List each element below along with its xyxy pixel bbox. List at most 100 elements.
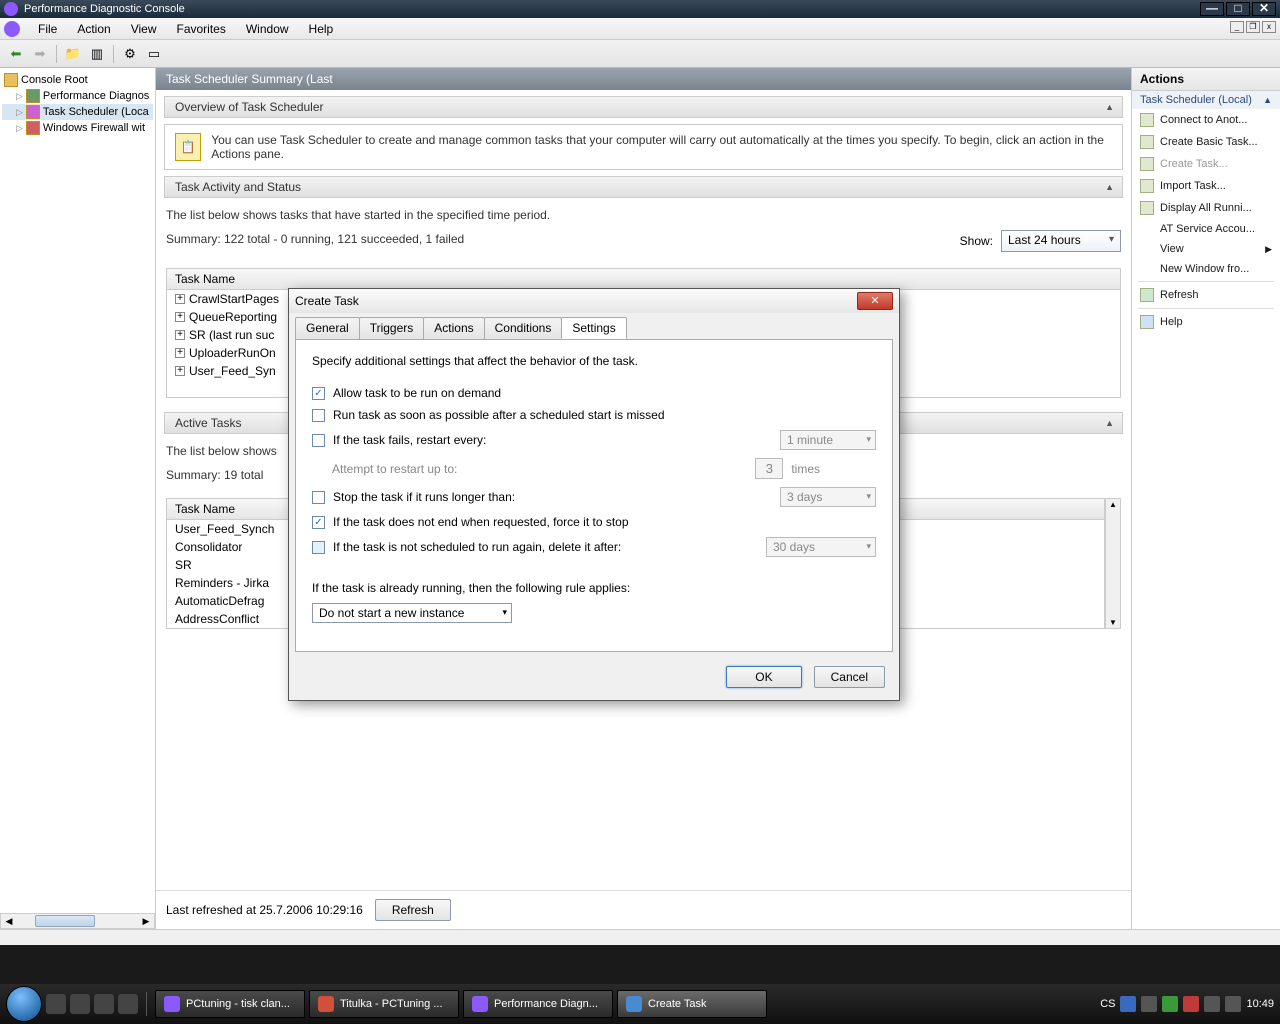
expand-icon[interactable]: + bbox=[175, 294, 185, 304]
app-icon bbox=[626, 996, 642, 1012]
delete-after-combo: 30 days bbox=[766, 537, 876, 557]
action-at-service[interactable]: AT Service Accou... bbox=[1132, 219, 1280, 239]
running-icon bbox=[1140, 201, 1154, 215]
up-button[interactable]: 📁 bbox=[63, 44, 83, 64]
menu-action[interactable]: Action bbox=[67, 22, 120, 36]
dialog-close-button[interactable]: ✕ bbox=[857, 292, 893, 310]
action-new-window[interactable]: New Window fro... bbox=[1132, 259, 1280, 279]
tree-item-task-scheduler[interactable]: ▷ Task Scheduler (Loca bbox=[2, 104, 153, 120]
tab-body: Specify additional settings that affect … bbox=[295, 339, 893, 652]
new-window-button[interactable]: ▭ bbox=[144, 44, 164, 64]
expand-icon[interactable]: + bbox=[175, 330, 185, 340]
checkbox-force-stop[interactable] bbox=[312, 516, 325, 529]
footer: Last refreshed at 25.7.2006 10:29:16 Ref… bbox=[156, 890, 1131, 929]
action-connect[interactable]: Connect to Anot... bbox=[1132, 109, 1280, 131]
taskbar-item[interactable]: Performance Diagn... bbox=[463, 990, 613, 1018]
dialog-intro: Specify additional settings that affect … bbox=[312, 354, 876, 368]
taskbar-item[interactable]: Titulka - PCTuning ... bbox=[309, 990, 459, 1018]
tray-icon[interactable] bbox=[1141, 996, 1157, 1012]
tree-item-firewall[interactable]: ▷ Windows Firewall wit bbox=[2, 120, 153, 136]
mdi-restore-button[interactable]: ❐ bbox=[1246, 21, 1260, 33]
action-import[interactable]: Import Task... bbox=[1132, 175, 1280, 197]
checkbox-stop-longer[interactable] bbox=[312, 491, 325, 504]
expand-icon[interactable]: + bbox=[175, 348, 185, 358]
collapse-icon[interactable]: ▲ bbox=[1105, 418, 1114, 428]
quicklaunch-item[interactable] bbox=[94, 994, 114, 1014]
action-refresh[interactable]: Refresh bbox=[1132, 284, 1280, 306]
overview-header[interactable]: Overview of Task Scheduler ▲ bbox=[164, 96, 1123, 118]
quicklaunch-item[interactable] bbox=[70, 994, 90, 1014]
action-help[interactable]: Help bbox=[1132, 311, 1280, 333]
dialog-titlebar[interactable]: Create Task ✕ bbox=[289, 289, 899, 313]
menu-window[interactable]: Window bbox=[236, 22, 299, 36]
forward-button[interactable]: ➡ bbox=[30, 44, 50, 64]
tree-item-performance[interactable]: ▷ Performance Diagnos bbox=[2, 88, 153, 104]
tab-conditions[interactable]: Conditions bbox=[484, 317, 563, 339]
checkbox-restart[interactable] bbox=[312, 434, 325, 447]
close-button[interactable]: ✕ bbox=[1252, 2, 1276, 16]
ok-button[interactable]: OK bbox=[726, 666, 801, 688]
checkbox-run-missed[interactable] bbox=[312, 409, 325, 422]
tab-actions[interactable]: Actions bbox=[423, 317, 484, 339]
cancel-button[interactable]: Cancel bbox=[814, 666, 885, 688]
taskbar: PCtuning - tisk clan... Titulka - PCTuni… bbox=[0, 984, 1280, 1024]
quicklaunch-item[interactable] bbox=[118, 994, 138, 1014]
collapse-icon[interactable]: ▲ bbox=[1263, 95, 1272, 105]
status-title: Task Activity and Status bbox=[175, 180, 301, 194]
taskbar-item[interactable]: PCtuning - tisk clan... bbox=[155, 990, 305, 1018]
action-view[interactable]: View▶ bbox=[1132, 239, 1280, 259]
mdi-close-button[interactable]: x bbox=[1262, 21, 1276, 33]
rule-combo[interactable]: Do not start a new instance bbox=[312, 603, 512, 623]
expand-icon[interactable]: + bbox=[175, 366, 185, 376]
action-display-running[interactable]: Display All Runni... bbox=[1132, 197, 1280, 219]
tray-icon[interactable] bbox=[1162, 996, 1178, 1012]
minimize-button[interactable]: — bbox=[1200, 2, 1224, 16]
tree-label: Task Scheduler (Loca bbox=[43, 106, 149, 118]
mdi-minimize-button[interactable]: _ bbox=[1230, 21, 1244, 33]
menu-help[interactable]: Help bbox=[299, 22, 344, 36]
tray-volume-icon[interactable] bbox=[1225, 996, 1241, 1012]
submenu-arrow-icon: ▶ bbox=[1265, 244, 1272, 255]
checkbox-on-demand[interactable] bbox=[312, 387, 325, 400]
stop-longer-combo: 3 days bbox=[780, 487, 876, 507]
properties-button[interactable]: ⚙ bbox=[120, 44, 140, 64]
start-button[interactable] bbox=[6, 986, 42, 1022]
show-tree-button[interactable]: ▥ bbox=[87, 44, 107, 64]
tab-general[interactable]: General bbox=[295, 317, 360, 339]
show-combo[interactable]: Last 24 hours bbox=[1001, 230, 1121, 252]
clock[interactable]: 10:49 bbox=[1246, 998, 1274, 1010]
tray-icon[interactable] bbox=[1183, 996, 1199, 1012]
restart-interval-combo: 1 minute bbox=[780, 430, 876, 450]
action-create-basic[interactable]: Create Basic Task... bbox=[1132, 131, 1280, 153]
status-header[interactable]: Task Activity and Status ▲ bbox=[164, 176, 1123, 198]
menu-favorites[interactable]: Favorites bbox=[167, 22, 236, 36]
tree-hscrollbar[interactable]: ◀▶ bbox=[0, 913, 155, 929]
actions-subheader: Task Scheduler (Local) ▲ bbox=[1132, 91, 1280, 109]
overview-text: You can use Task Scheduler to create and… bbox=[211, 133, 1112, 161]
system-tray: CS 10:49 bbox=[1100, 996, 1274, 1012]
task-name-header[interactable]: Task Name bbox=[167, 269, 1120, 290]
attempt-times: times bbox=[791, 462, 820, 476]
tab-settings[interactable]: Settings bbox=[561, 317, 626, 339]
menu-file[interactable]: File bbox=[28, 22, 67, 36]
quicklaunch-item[interactable] bbox=[46, 994, 66, 1014]
maximize-button[interactable]: □ bbox=[1226, 2, 1250, 16]
label-run-missed: Run task as soon as possible after a sch… bbox=[333, 408, 665, 422]
active-tasks-scrollbar[interactable]: ▲▼ bbox=[1105, 498, 1121, 629]
label-stop-longer: Stop the task if it runs longer than: bbox=[333, 490, 515, 504]
tree-root[interactable]: Console Root bbox=[2, 72, 153, 88]
back-button[interactable]: ⬅ bbox=[6, 44, 26, 64]
tab-triggers[interactable]: Triggers bbox=[359, 317, 425, 339]
tray-icon[interactable] bbox=[1120, 996, 1136, 1012]
menu-view[interactable]: View bbox=[121, 22, 167, 36]
checkbox-delete-after[interactable] bbox=[312, 541, 325, 554]
task-icon bbox=[1140, 157, 1154, 171]
tray-icon[interactable] bbox=[1204, 996, 1220, 1012]
attempt-count-input bbox=[755, 458, 783, 479]
taskbar-item-active[interactable]: Create Task bbox=[617, 990, 767, 1018]
collapse-icon[interactable]: ▲ bbox=[1105, 182, 1114, 192]
expand-icon[interactable]: + bbox=[175, 312, 185, 322]
collapse-icon[interactable]: ▲ bbox=[1105, 102, 1114, 112]
refresh-button[interactable]: Refresh bbox=[375, 899, 451, 921]
language-indicator[interactable]: CS bbox=[1100, 998, 1115, 1010]
